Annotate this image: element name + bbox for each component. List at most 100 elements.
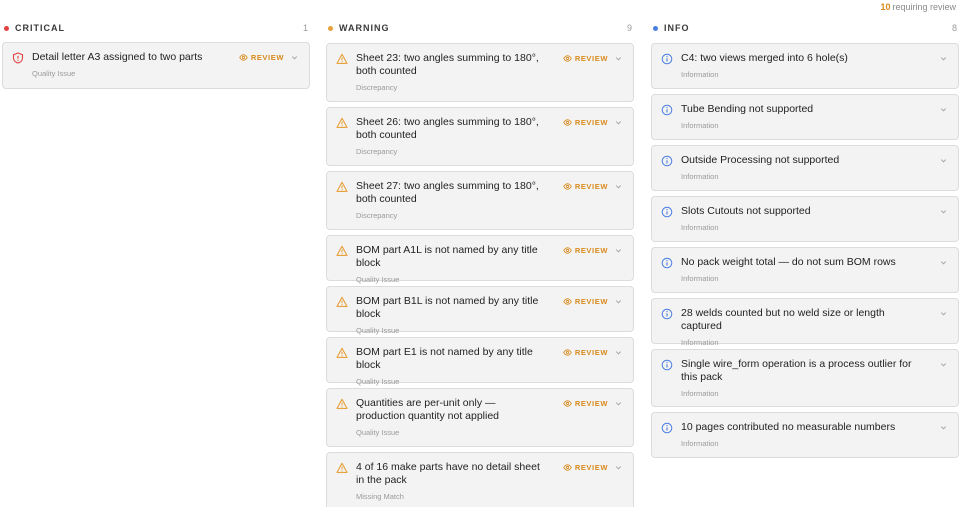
chevron-down-icon[interactable] xyxy=(614,348,623,357)
issue-category: Information xyxy=(681,439,719,448)
warning-triangle-icon xyxy=(336,347,348,358)
warning-triangle-icon xyxy=(336,53,348,64)
eye-icon xyxy=(239,54,248,61)
issue-card[interactable]: No pack weight total — do not sum BOM ro… xyxy=(651,247,959,293)
issue-card[interactable]: Outside Processing not supported Informa… xyxy=(651,145,959,191)
review-button[interactable]: REVIEW xyxy=(563,118,608,127)
info-circle-icon xyxy=(661,308,673,320)
chevron-down-icon[interactable] xyxy=(939,105,948,114)
review-label: REVIEW xyxy=(574,246,608,255)
chevron-down-icon[interactable] xyxy=(614,118,623,127)
chevron-down-icon[interactable] xyxy=(939,423,948,432)
issue-category: Information xyxy=(681,70,719,79)
info-circle-icon xyxy=(661,104,673,116)
chevron-down-icon[interactable] xyxy=(939,156,948,165)
info-circle-icon xyxy=(661,257,673,269)
chevron-down-icon[interactable] xyxy=(614,182,623,191)
critical-column-title: CRITICAL xyxy=(15,23,65,33)
issue-card[interactable]: Tube Bending not supported Information xyxy=(651,94,959,140)
eye-icon xyxy=(563,298,572,305)
info-circle-icon xyxy=(661,155,673,167)
warning-column-header: WARNING 9 xyxy=(326,18,634,38)
review-button[interactable]: REVIEW xyxy=(563,54,608,63)
issue-card[interactable]: Single wire_form operation is a process … xyxy=(651,349,959,407)
warning-triangle-icon xyxy=(336,462,348,473)
review-label: REVIEW xyxy=(574,182,608,191)
issue-category: Discrepancy xyxy=(356,147,398,156)
shield-alert-icon xyxy=(12,52,24,64)
warning-column: WARNING 9 Sheet 23: two angles summing t… xyxy=(326,18,634,507)
review-button[interactable]: REVIEW xyxy=(563,463,608,472)
chevron-down-icon[interactable] xyxy=(939,360,948,369)
info-circle-icon xyxy=(661,359,673,371)
issue-card[interactable]: 4 of 16 make parts have no detail sheet … xyxy=(326,452,634,507)
info-column-count: 8 xyxy=(951,23,957,33)
info-circle-icon xyxy=(661,206,673,218)
review-label: REVIEW xyxy=(574,463,608,472)
issue-card[interactable]: Sheet 23: two angles summing to 180°, bo… xyxy=(326,43,634,102)
info-circle-icon xyxy=(661,422,673,434)
chevron-down-icon[interactable] xyxy=(939,207,948,216)
warning-triangle-icon xyxy=(336,398,348,409)
issue-category: Information xyxy=(681,121,719,130)
issue-card[interactable]: Sheet 27: two angles summing to 180°, bo… xyxy=(326,171,634,230)
issue-category: Discrepancy xyxy=(356,83,398,92)
warning-triangle-icon xyxy=(336,296,348,307)
issue-card[interactable]: Sheet 26: two angles summing to 180°, bo… xyxy=(326,107,634,166)
chevron-down-icon[interactable] xyxy=(939,309,948,318)
chevron-down-icon[interactable] xyxy=(290,53,299,62)
issue-category: Quality Issue xyxy=(356,377,400,386)
warning-column-count: 9 xyxy=(626,23,632,33)
info-circle-icon xyxy=(661,53,673,65)
review-label: REVIEW xyxy=(574,118,608,127)
issue-card[interactable]: BOM part E1 is not named by any title bl… xyxy=(326,337,634,386)
info-column-header: INFO 8 xyxy=(651,18,959,38)
issue-title: 28 welds counted but no weld size or len… xyxy=(681,307,885,332)
issue-category: Quality Issue xyxy=(32,69,76,78)
review-button[interactable]: REVIEW xyxy=(239,53,284,62)
chevron-down-icon[interactable] xyxy=(614,297,623,306)
info-dot xyxy=(653,25,658,31)
issue-card[interactable]: Detail letter A3 assigned to two parts Q… xyxy=(2,42,310,89)
issue-category: Missing Match xyxy=(356,492,404,501)
review-button[interactable]: REVIEW xyxy=(563,297,608,306)
issue-category: Quality Issue xyxy=(356,428,400,437)
critical-column-header: CRITICAL 1 xyxy=(2,18,310,38)
review-label: REVIEW xyxy=(574,54,608,63)
chevron-down-icon[interactable] xyxy=(614,399,623,408)
eye-icon xyxy=(563,400,572,407)
warning-triangle-icon xyxy=(336,181,348,192)
chevron-down-icon[interactable] xyxy=(939,258,948,267)
issue-title: Single wire_form operation is a process … xyxy=(681,358,912,383)
review-button[interactable]: REVIEW xyxy=(563,182,608,191)
review-label: REVIEW xyxy=(250,53,284,62)
chevron-down-icon[interactable] xyxy=(614,246,623,255)
review-button[interactable]: REVIEW xyxy=(563,246,608,255)
issue-card[interactable]: Slots Cutouts not supported Information xyxy=(651,196,959,242)
issue-title: Outside Processing not supported xyxy=(681,154,840,166)
issue-category: Information xyxy=(681,274,719,283)
info-column: INFO 8 C4: two views merged into 6 hole(… xyxy=(651,18,959,458)
issue-card[interactable]: BOM part A1L is not named by any title b… xyxy=(326,235,634,284)
issue-category: Quality Issue xyxy=(356,275,400,284)
issue-title: No pack weight total — do not sum BOM ro… xyxy=(681,256,896,268)
chevron-down-icon[interactable] xyxy=(939,54,948,63)
review-count: 10 xyxy=(880,2,891,12)
critical-dot xyxy=(4,25,9,31)
critical-column-count: 1 xyxy=(302,23,308,33)
issue-card[interactable]: C4: two views merged into 6 hole(s) Info… xyxy=(651,43,959,89)
review-button[interactable]: REVIEW xyxy=(563,348,608,357)
chevron-down-icon[interactable] xyxy=(614,463,623,472)
chevron-down-icon[interactable] xyxy=(614,54,623,63)
issue-card[interactable]: 10 pages contributed no measurable numbe… xyxy=(651,412,959,458)
eye-icon xyxy=(563,55,572,62)
review-button[interactable]: REVIEW xyxy=(563,399,608,408)
issue-card[interactable]: Quantities are per-unit only — productio… xyxy=(326,388,634,447)
eye-icon xyxy=(563,349,572,356)
issue-card[interactable]: 28 welds counted but no weld size or len… xyxy=(651,298,959,347)
review-label: REVIEW xyxy=(574,399,608,408)
issue-card[interactable]: BOM part B1L is not named by any title b… xyxy=(326,286,634,335)
eye-icon xyxy=(563,464,572,471)
warning-triangle-icon xyxy=(336,245,348,256)
issue-category: Discrepancy xyxy=(356,211,398,220)
